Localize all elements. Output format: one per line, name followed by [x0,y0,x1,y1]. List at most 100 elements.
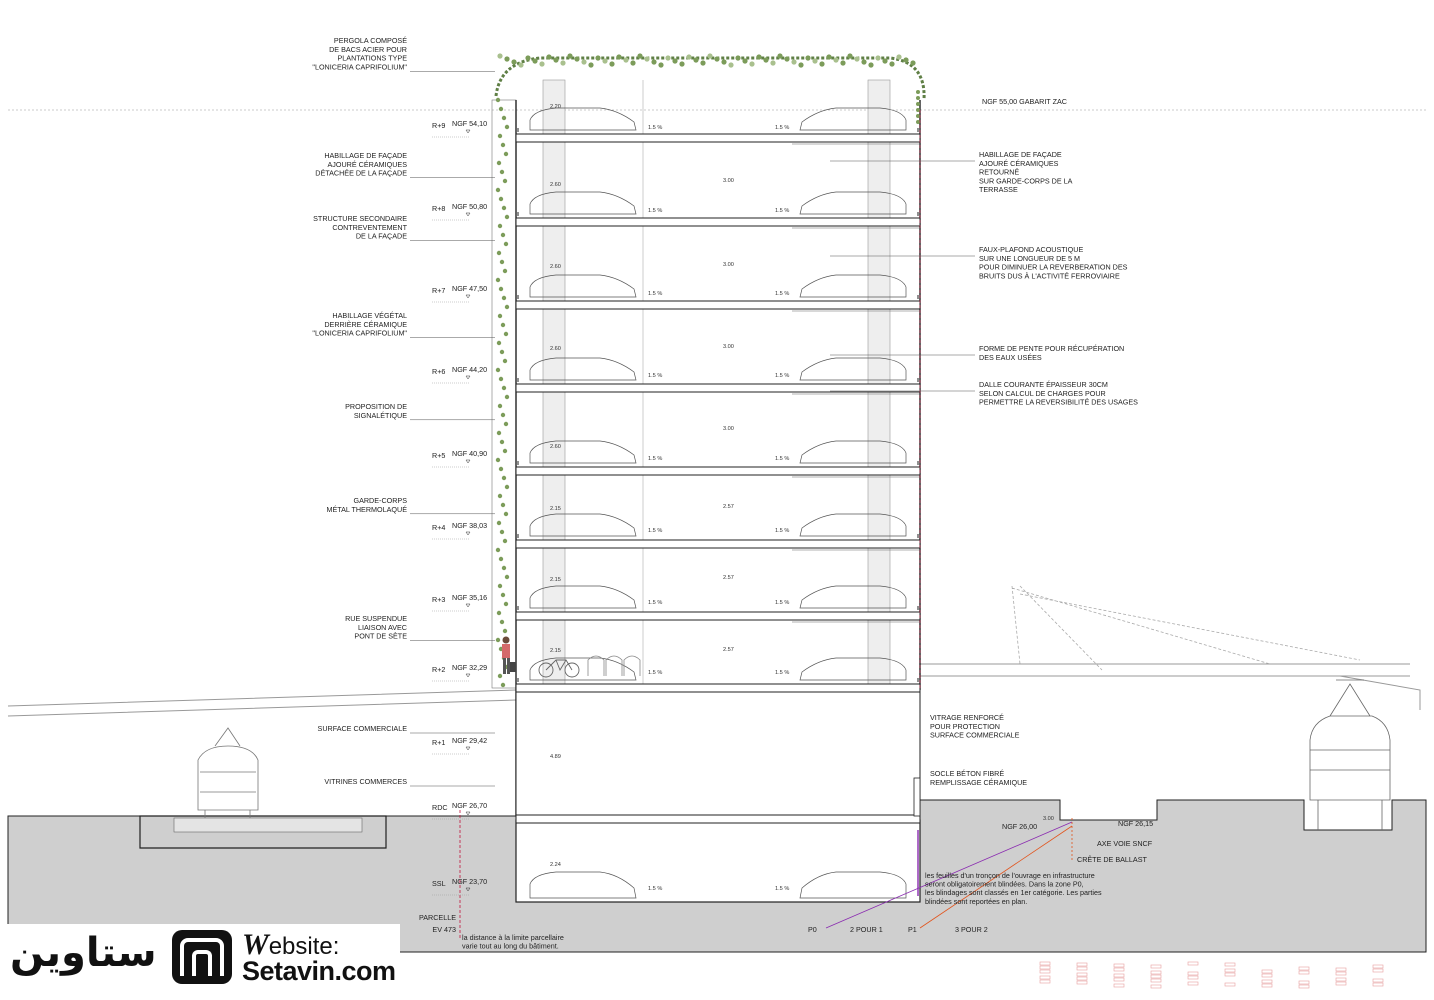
annotation-line: AJOURÉ CÉRAMIQUES [979,159,1059,168]
leaf [503,151,509,157]
annotation-gabarit: NGF 55,00 GABARIT ZAC [982,97,1067,106]
leaf [500,502,506,508]
floor-height: 2.60 [550,346,561,352]
level-arrow [465,673,471,678]
level-ngf: NGF 54,10 [452,119,487,128]
level-name: R+9 [432,121,445,130]
ceramic-hatch-pattern [1039,961,1384,989]
slope-label-right: 1.5 % [775,291,789,297]
annotation-line: SELON CALCUL DE CHARGES POUR [979,389,1106,398]
leaf [756,54,762,60]
logo-url: Setavin.com [242,956,396,986]
slope-label-left: 1.5 % [648,373,662,379]
basement [515,819,921,903]
leaf [499,619,505,625]
leaf [499,349,505,355]
annotation-line: PERGOLA COMPOSÉ [334,36,407,45]
leaf [497,493,503,499]
leaf [581,59,587,65]
leaf [651,59,657,65]
level-ngf: NGF 23,70 [452,877,487,886]
tram-track-bed [173,817,363,833]
level-ngf: NGF 26,70 [452,801,487,810]
level-name: SSL [432,879,446,888]
floor-height: 2.15 [550,577,561,583]
annotation-line: DALLE COURANTE ÉPAISSEUR 30CM [979,380,1108,389]
leaf [502,358,508,364]
leaf [498,286,504,292]
leaf [658,62,664,68]
zone-p1-label: 3 POUR 2 [955,925,988,934]
leaf [686,54,692,60]
leaf [496,430,502,436]
level-arrow [465,212,471,217]
slope-label-right: 1.5 % [775,456,789,462]
leaf [714,56,720,62]
annotation-line: SURFACE COMMERCIALE [930,731,1020,740]
leaf [500,322,506,328]
level-arrow [465,375,471,380]
annotation-socle: SOCLE BÉTON FIBRÉREMPLISSAGE CÉRAMIQUE [930,769,1027,787]
level-name: R+1 [432,738,445,747]
leaf [770,60,776,66]
annotation-signaletique: PROPOSITION DESIGNALÉTIQUE [345,402,495,421]
leaf [497,223,503,229]
slope-label-right: 1.5 % [775,886,789,892]
slope-label-right: 1.5 % [775,670,789,676]
slope-label-left: 1.5 % [648,600,662,606]
hatch-brick [1372,982,1384,987]
annotation-line: RETOURNÉ [979,168,1019,177]
setavin-logo: ستاوین Website: Setavin.com [0,924,400,990]
level-arrow [465,294,471,299]
person-icon [502,636,516,674]
tram-icon [197,727,259,818]
leaf [501,565,507,571]
leaf [495,277,501,283]
ngf-26-00: NGF 26,00 [1002,822,1037,831]
annotation-line: SUR UNE LONGUEUR DE 5 M [979,254,1080,263]
annotation-line: VITRINES COMMERCES [324,777,407,786]
annotation-line: SOCLE BÉTON FIBRÉ [930,769,1004,778]
leaf [500,232,506,238]
annotation-line: CONTREVENTEMENT [332,223,407,232]
annotation-line: MÉTAL THERMOLAQUÉ [326,505,407,514]
leaf [503,241,509,247]
leaf [805,55,811,61]
floor-height-center: 2.57 [723,504,734,510]
slope-label-right: 1.5 % [775,528,789,534]
leaf [496,160,502,166]
leaf [500,142,506,148]
slope-label-left: 1.5 % [648,208,662,214]
slope-label-left: 1.5 % [648,456,662,462]
floor-slab [515,611,921,621]
floor-slab [515,133,921,143]
floor-slab [515,300,921,310]
annotation-line: HABILLAGE VÉGÉTAL [332,311,407,320]
leaf [500,592,506,598]
hatch-brick [1113,977,1125,982]
leaf [889,61,895,67]
hatch-brick [1261,973,1273,978]
hatch-brick [1113,983,1125,988]
hatch-brick [1039,975,1051,980]
leaf [504,484,510,490]
leaf [546,54,552,60]
logo-mark-icon [172,930,232,984]
hatch-brick [1335,971,1347,976]
annotation-garde-corps: GARDE-CORPSMÉTAL THERMOLAQUÉ [326,496,495,515]
leaf [498,196,504,202]
level-ngf: NGF 44,20 [452,365,487,374]
annotation-line: PLANTATIONS TYPE [338,54,408,63]
leaf [588,62,594,68]
leaf [503,421,509,427]
annotation-line: FAUX-PLAFOND ACOUSTIQUE [979,245,1083,254]
floor-slab [515,217,921,227]
slope-label-left: 1.5 % [648,125,662,131]
leaf [532,58,538,64]
leaf [501,205,507,211]
floor-height: 2.60 [550,444,561,450]
leaf [497,133,503,139]
leaf [916,120,920,124]
leaf [791,59,797,65]
hatch-brick [1372,978,1384,983]
